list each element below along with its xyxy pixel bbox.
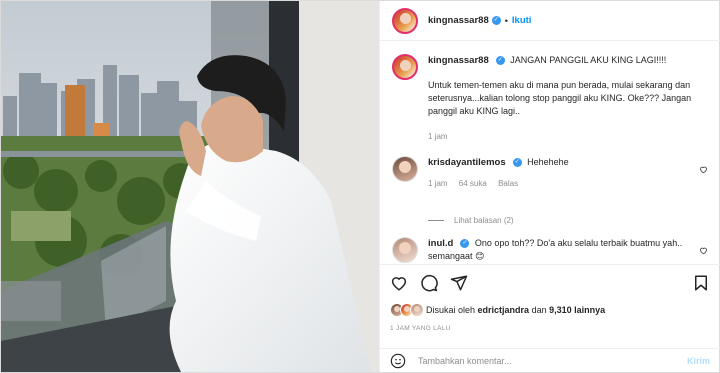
heart-icon[interactable]	[390, 274, 408, 292]
comment-time: 1 jam	[428, 179, 448, 188]
likes-count[interactable]: 9,310 lainnya	[549, 305, 605, 315]
comment-item: krisdayantilemos ✓ Hehehehe 1 jam 64 suka…	[392, 156, 712, 190]
likes-conj: dan	[531, 305, 547, 315]
commenter-username[interactable]: krisdayantilemos	[428, 157, 506, 168]
verified-badge-icon: ✓	[491, 16, 501, 25]
paper-plane-icon[interactable]	[450, 274, 468, 292]
liker-avatars	[390, 303, 424, 317]
liker-avatar	[410, 303, 424, 317]
comment-item: inul.d ✓ Ono opo toh?? Do'a aku selalu te…	[392, 237, 712, 263]
caption-username[interactable]: kingnassar88	[428, 55, 489, 66]
comment-body: krisdayantilemos ✓ Hehehehe 1 jam 64 suka…	[428, 156, 698, 190]
view-replies-label: Lihat balasan (2)	[454, 216, 514, 225]
bookmark-icon[interactable]	[692, 274, 710, 292]
emoji-icon[interactable]	[390, 353, 406, 369]
post-sidebar: kingnassar88 ✓ • Ikuti kingnassar88 ✓ JAN…	[379, 1, 720, 372]
commenter-username[interactable]: inul.d	[428, 238, 453, 249]
caption-text: Untuk temen-temen aku di mana pun berada…	[428, 80, 692, 116]
post-timestamp: 1 JAM YANG LALU	[390, 325, 451, 332]
commenter-avatar[interactable]	[392, 237, 418, 263]
caption: kingnassar88 ✓ JANGAN PANGGIL AKU KING LA…	[392, 54, 712, 143]
caption-time: 1 jam	[428, 132, 448, 141]
post-header: kingnassar88 ✓ • Ikuti	[380, 1, 720, 41]
caption-body: kingnassar88 ✓ JANGAN PANGGIL AKU KING LA…	[428, 54, 698, 143]
verified-badge-icon: ✓	[495, 56, 505, 66]
likes-prefix: Disukai oleh	[426, 305, 476, 315]
photo-illustration	[1, 1, 379, 372]
likes-user[interactable]: edrictjandra	[478, 305, 530, 315]
likes-summary: Disukai oleh edrictjandra dan 9,310 lain…	[390, 303, 605, 317]
comment-likes[interactable]: 64 suka	[459, 179, 487, 188]
comments-list[interactable]: kingnassar88 ✓ JANGAN PANGGIL AKU KING LA…	[380, 42, 720, 264]
comment-like-heart-icon[interactable]	[699, 246, 708, 255]
comment-meta: 1 jam 64 suka Balas	[428, 177, 698, 190]
commenter-avatar[interactable]	[392, 156, 418, 182]
post-photo[interactable]	[1, 1, 379, 372]
comment-text: Hehehehe	[527, 157, 569, 167]
author-username[interactable]: kingnassar88	[428, 15, 489, 26]
action-icons	[390, 274, 468, 292]
follow-button[interactable]: Ikuti	[512, 15, 532, 26]
comment-icon[interactable]	[420, 274, 438, 292]
comment-composer: Kirim	[380, 348, 720, 373]
reply-button[interactable]: Balas	[498, 179, 518, 188]
verified-badge-icon: ✓	[512, 158, 522, 168]
author-avatar[interactable]	[392, 7, 418, 34]
separator-dot: •	[504, 15, 508, 26]
send-button[interactable]: Kirim	[687, 356, 710, 366]
comment-body: inul.d ✓ Ono opo toh?? Do'a aku selalu te…	[428, 237, 698, 263]
post-actions: Disukai oleh edrictjandra dan 9,310 lain…	[380, 264, 720, 372]
replies-divider	[428, 220, 444, 221]
caption-author-avatar[interactable]	[392, 54, 418, 80]
comment-like-heart-icon[interactable]	[699, 165, 708, 174]
verified-badge-icon: ✓	[460, 239, 470, 249]
comment-input[interactable]	[418, 356, 668, 366]
caption-headline: JANGAN PANGGIL AKU KING LAGI!!!!	[510, 55, 667, 65]
instagram-post-window: kingnassar88 ✓ • Ikuti kingnassar88 ✓ JAN…	[0, 0, 720, 373]
view-replies-button[interactable]: Lihat balasan (2)	[428, 216, 514, 225]
